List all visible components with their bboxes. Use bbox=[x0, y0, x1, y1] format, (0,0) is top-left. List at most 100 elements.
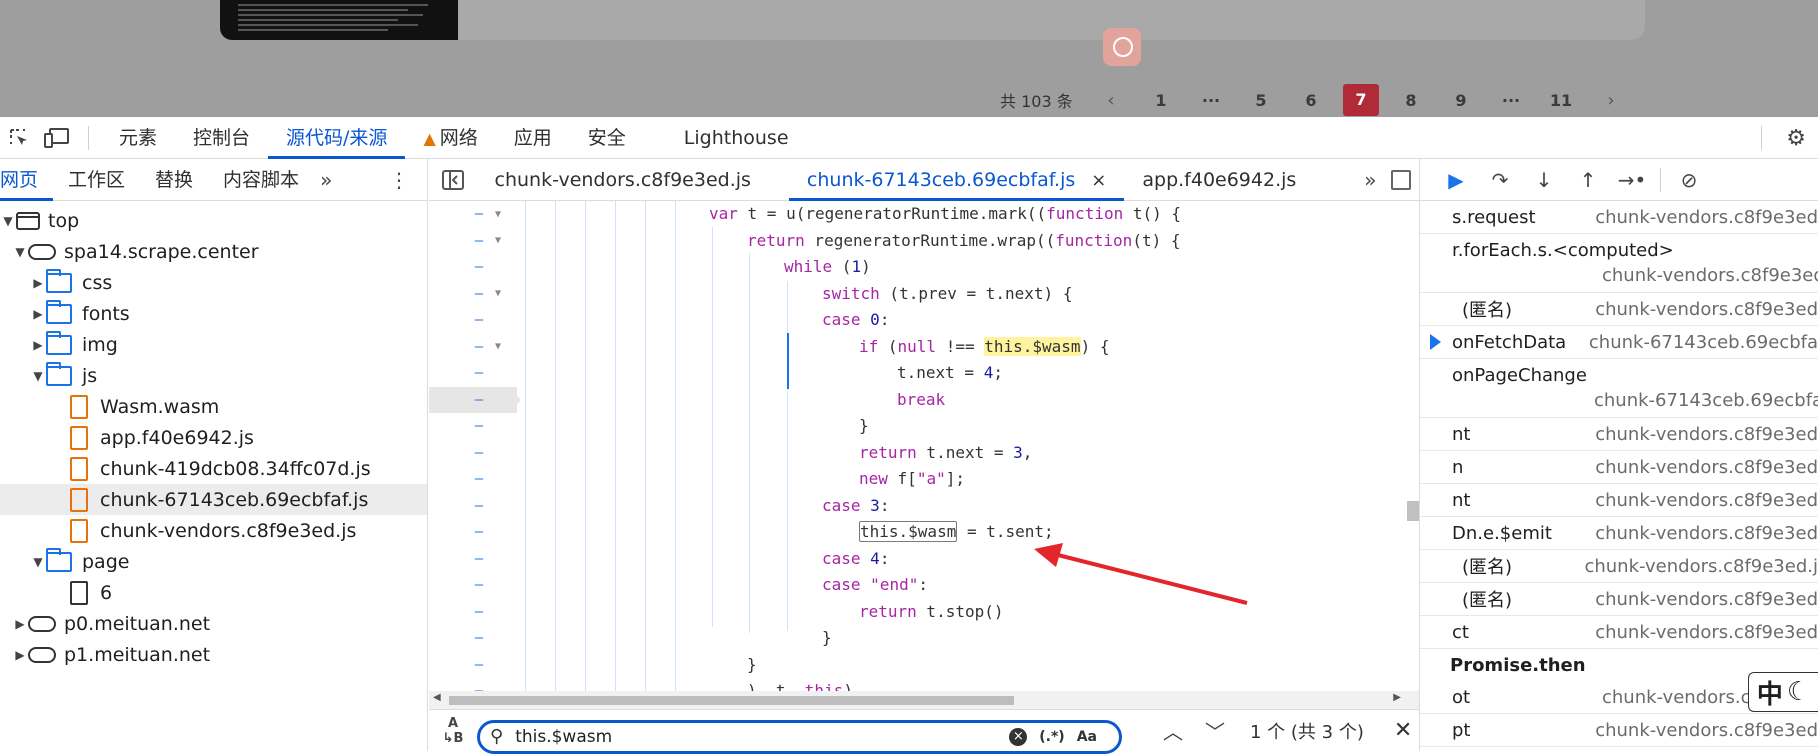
tree-item-file-selected[interactable]: chunk-67143ceb.69ecbfaf.js bbox=[0, 484, 427, 515]
tree-item-folder[interactable]: ▼ js bbox=[0, 360, 427, 391]
folder-icon bbox=[46, 547, 72, 572]
call-frame[interactable]: nt chunk-vendors.c8f9e3ed bbox=[1420, 484, 1818, 517]
scroll-left-icon[interactable]: ◀ bbox=[433, 692, 441, 703]
code-line: this.$wasm = t.sent; bbox=[859, 521, 1054, 542]
tree-item-file[interactable]: app.f40e6942.js bbox=[0, 422, 427, 453]
tab-application[interactable]: 应用 bbox=[496, 117, 570, 159]
tree-item-origin[interactable]: ▼ spa14.scrape.center bbox=[0, 236, 427, 267]
call-frame[interactable]: onPageChange chunk-67143ceb.69ecbfa bbox=[1420, 359, 1818, 418]
tab-sources[interactable]: 源代码/来源 bbox=[268, 117, 406, 159]
resume-icon[interactable]: ▶ bbox=[1434, 168, 1478, 192]
code-area[interactable]: – ▼ – ▼ – – ▼ – – ▼ – – – – – – – – – – – – … bbox=[429, 201, 1419, 691]
search-input[interactable]: this.$wasm bbox=[515, 727, 1009, 747]
vertical-scrollbar[interactable] bbox=[1405, 201, 1419, 691]
next-page-button[interactable]: › bbox=[1586, 90, 1636, 111]
more-options-icon[interactable]: ⋮ bbox=[389, 168, 409, 192]
replace-toggle-icon[interactable]: A ↳B bbox=[429, 716, 477, 746]
line-gutter[interactable]: – ▼ – ▼ – – ▼ – – ▼ – – – – – – – – – – – – … bbox=[429, 201, 521, 691]
ime-indicator[interactable]: 中 ☾ bbox=[1748, 672, 1818, 712]
call-frame[interactable]: Dn.e.$emit chunk-vendors.c8f9e3ed bbox=[1420, 517, 1818, 550]
tab-console[interactable]: 控制台 bbox=[175, 117, 268, 159]
previous-match-icon[interactable]: ︿ bbox=[1152, 716, 1194, 745]
call-frame[interactable]: s.request chunk-vendors.c8f9e3ed bbox=[1420, 201, 1818, 234]
tab-workspace[interactable]: 工作区 bbox=[53, 159, 140, 201]
page-button[interactable]: 11 bbox=[1536, 91, 1586, 110]
frame-source: chunk-vendors.c8f9e3ed.j bbox=[1584, 555, 1818, 577]
deactivate-breakpoints-icon[interactable]: ⊘ bbox=[1667, 168, 1711, 192]
tree-item-file[interactable]: Wasm.wasm bbox=[0, 391, 427, 422]
call-frame-current[interactable]: onFetchData chunk-67143ceb.69ecbfa bbox=[1420, 326, 1818, 359]
call-frame[interactable]: (匿名) chunk-vendors.c8f9e3ed.j bbox=[1420, 550, 1818, 583]
expand-down-icon: ▼ bbox=[3, 213, 13, 228]
search-icon: ⚲ bbox=[490, 726, 504, 747]
page-button[interactable]: 9 bbox=[1436, 91, 1486, 110]
horizontal-scrollbar[interactable]: ◀ ▶ bbox=[429, 691, 1419, 709]
match-case-toggle[interactable]: Aa bbox=[1077, 729, 1097, 745]
call-frame[interactable]: nt chunk-vendors.c8f9e3ed bbox=[1420, 418, 1818, 451]
code-lines[interactable]: var t = u(regeneratorRuntime.mark((funct… bbox=[517, 201, 1417, 691]
tree-item-file[interactable]: chunk-419dcb08.34ffc07d.js bbox=[0, 453, 427, 484]
scroll-thumb[interactable] bbox=[1407, 501, 1419, 521]
tab-elements[interactable]: 元素 bbox=[101, 117, 175, 159]
clear-search-icon[interactable]: × bbox=[1009, 727, 1028, 746]
page-button[interactable]: 6 bbox=[1286, 91, 1336, 110]
step-over-icon[interactable]: ↷ bbox=[1478, 168, 1522, 192]
next-match-icon[interactable]: ﹀ bbox=[1194, 716, 1236, 745]
close-tab-icon[interactable]: × bbox=[1091, 170, 1106, 191]
code-line: while (1) bbox=[784, 257, 871, 276]
code-line: new f["a"]; bbox=[859, 469, 965, 488]
editor-tab[interactable]: app.f40e6942.js bbox=[1124, 159, 1314, 201]
tree-label: css bbox=[82, 271, 113, 294]
breakpoint-line[interactable]: – bbox=[429, 386, 521, 413]
tree-item-folder[interactable]: ▶ css bbox=[0, 267, 427, 298]
regex-toggle[interactable]: (.*) bbox=[1039, 729, 1064, 745]
scroll-thumb[interactable] bbox=[449, 696, 1014, 705]
more-tabs-icon[interactable]: » bbox=[314, 168, 338, 192]
tab-lighthouse[interactable]: Lighthouse bbox=[666, 117, 807, 159]
call-frame[interactable]: (匿名) chunk-vendors.c8f9e3ed bbox=[1420, 583, 1818, 616]
tab-security[interactable]: 安全 bbox=[570, 117, 644, 159]
close-search-icon[interactable]: ✕ bbox=[1394, 718, 1412, 743]
tree-item-folder[interactable]: ▼ page bbox=[0, 546, 427, 577]
editor-tab-active[interactable]: chunk-67143ceb.69ecbfaf.js × bbox=[788, 159, 1125, 201]
tree-item-folder[interactable]: ▶ fonts bbox=[0, 298, 427, 329]
page-button[interactable]: 5 bbox=[1236, 91, 1286, 110]
step-icon[interactable]: →• bbox=[1610, 168, 1654, 192]
more-tabs-icon[interactable]: » bbox=[1350, 168, 1390, 192]
code-line: switch (t.prev = t.next) { bbox=[822, 283, 1073, 303]
device-toolbar-icon[interactable] bbox=[38, 117, 76, 159]
step-out-icon[interactable]: ↑ bbox=[1566, 168, 1610, 192]
call-frame[interactable]: ct chunk-vendors.c8f9e3ed bbox=[1420, 616, 1818, 649]
tree-item-top[interactable]: ▼ top bbox=[0, 205, 427, 236]
tree-item-folder[interactable]: ▶ img bbox=[0, 329, 427, 360]
tree-item-origin[interactable]: ▶ p0.meituan.net bbox=[0, 608, 427, 639]
step-into-icon[interactable]: ↓ bbox=[1522, 168, 1566, 192]
tab-page[interactable]: 网页 bbox=[0, 159, 54, 201]
page-ellipsis[interactable]: ··· bbox=[1486, 91, 1536, 110]
frame-source: chunk-67143ceb.69ecbfa bbox=[1594, 390, 1818, 411]
tree-item-origin[interactable]: ▶ p1.meituan.net bbox=[0, 639, 427, 670]
toggle-debugger-icon[interactable] bbox=[1390, 169, 1411, 190]
tab-network[interactable]: ▲ 网络 bbox=[405, 117, 495, 159]
page-ellipsis[interactable]: ··· bbox=[1186, 91, 1236, 110]
page-button-active[interactable]: 7 bbox=[1343, 84, 1379, 116]
call-frame[interactable]: pt chunk-vendors.c8f9e3ed bbox=[1420, 714, 1818, 747]
scroll-right-icon[interactable]: ▶ bbox=[1393, 692, 1401, 703]
tree-item-file[interactable]: 6 bbox=[0, 577, 427, 608]
expand-right-icon: ▶ bbox=[33, 337, 43, 352]
gear-icon[interactable]: ⚙ bbox=[1786, 126, 1806, 151]
tab-content-scripts[interactable]: 内容脚本 bbox=[208, 159, 314, 201]
call-frame[interactable]: r.forEach.s.<computed> chunk-vendors.c8f9… bbox=[1420, 234, 1818, 293]
search-field[interactable]: ⚲ this.$wasm × (.*) Aa bbox=[477, 719, 1122, 754]
toggle-navigator-icon[interactable] bbox=[429, 169, 477, 190]
page-button[interactable]: 1 bbox=[1136, 91, 1186, 110]
tab-overrides[interactable]: 替换 bbox=[140, 159, 208, 201]
tree-label: page bbox=[82, 550, 130, 573]
page-button[interactable]: 8 bbox=[1386, 91, 1436, 110]
editor-tab[interactable]: chunk-vendors.c8f9e3ed.js bbox=[477, 159, 769, 201]
call-frame[interactable]: n chunk-vendors.c8f9e3ed bbox=[1420, 451, 1818, 484]
prev-page-button[interactable]: ‹ bbox=[1086, 90, 1136, 111]
inspect-element-icon[interactable] bbox=[0, 117, 38, 159]
call-frame[interactable]: (匿名) chunk-vendors.c8f9e3ed bbox=[1420, 293, 1818, 326]
tree-item-file[interactable]: chunk-vendors.c8f9e3ed.js bbox=[0, 515, 427, 546]
